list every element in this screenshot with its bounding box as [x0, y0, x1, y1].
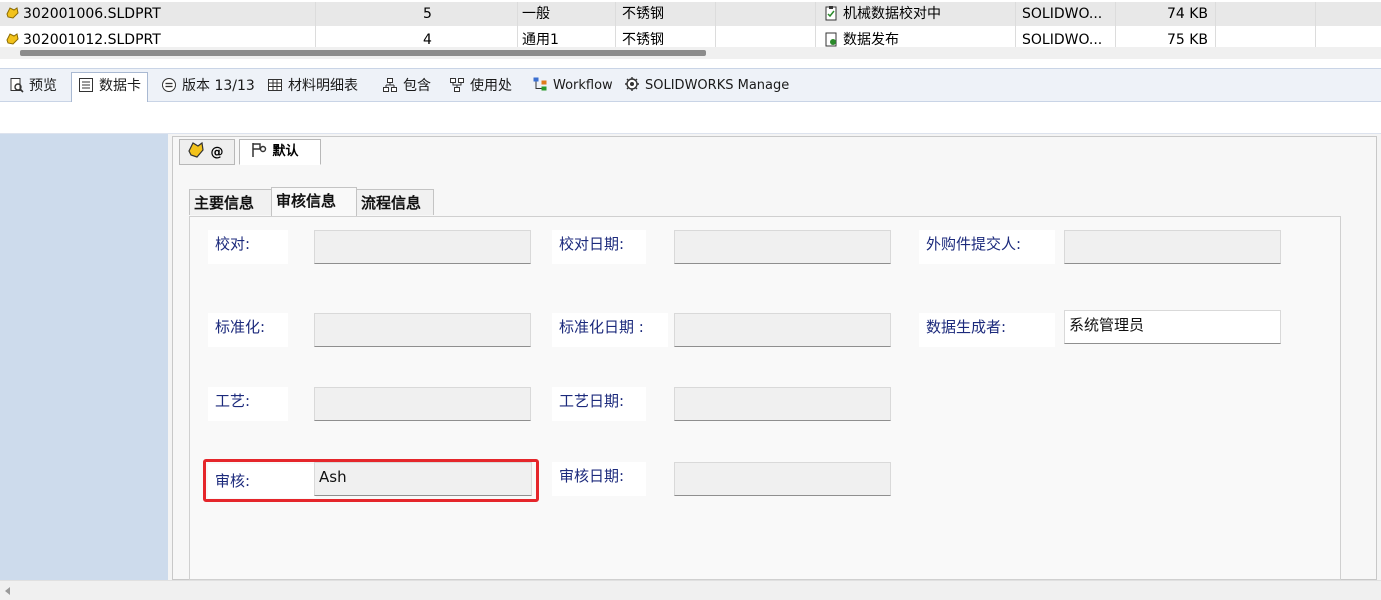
manage-icon	[625, 77, 639, 91]
workflow-icon	[533, 77, 547, 91]
file-revision: 4	[423, 32, 432, 47]
tab-bom[interactable]: 材料明细表	[261, 73, 364, 99]
tab-datacard[interactable]: 数据卡	[71, 72, 148, 103]
standardize-label: 标准化:	[208, 313, 288, 347]
table-row[interactable]: 302001012.SLDPRT 4 通用1 不锈钢 数据发布 SOLIDWO.…	[0, 27, 1381, 47]
proofread-field[interactable]	[314, 230, 531, 264]
file-category: 通用1	[522, 32, 559, 47]
process-label: 工艺:	[208, 387, 288, 421]
tab-solidworks-manage[interactable]: SOLIDWORKS Manage	[618, 73, 795, 99]
table-row[interactable]: 302001006.SLDPRT 5 一般 不锈钢 机械数据校对中 SOLIDW…	[0, 2, 1381, 28]
review-field-highlight	[203, 459, 539, 502]
file-app: SOLIDWO...	[1022, 32, 1103, 47]
tab-review-info[interactable]: 审核信息	[271, 187, 357, 216]
review-date-label: 审核日期:	[552, 462, 646, 496]
tab-where-used[interactable]: 使用处	[443, 73, 518, 99]
datacard-panel: @ 默认 主要信息 审核信息 流程信息 校对: 校对日期: 外购件提交人: 标准…	[168, 134, 1381, 580]
file-name: 302001006.SLDPRT	[23, 6, 161, 22]
file-state: 机械数据校对中	[843, 6, 941, 22]
left-pane	[0, 134, 168, 580]
bom-icon	[268, 79, 282, 91]
horizontal-scrollbar[interactable]	[0, 47, 1381, 59]
process-date-field[interactable]	[674, 387, 891, 421]
datacard-icon	[79, 78, 93, 92]
part-file-icon	[6, 7, 19, 19]
view-tab-bar: 预览 数据卡 版本 13/13 材料明细表 包含 使用处 Workflow SO…	[0, 68, 1381, 103]
proofread-date-label: 校对日期:	[552, 230, 646, 264]
bottom-scrollbar[interactable]	[0, 580, 1381, 600]
configuration-icon	[252, 143, 267, 157]
file-list: 302001006.SLDPRT 5 一般 不锈钢 机械数据校对中 SOLIDW…	[0, 0, 1381, 68]
standardize-date-label: 标准化日期 :	[552, 313, 668, 347]
proofread-label: 校对:	[208, 230, 288, 264]
workflow-state-icon	[825, 32, 837, 47]
datacard-frame: @ 默认 主要信息 审核信息 流程信息 校对: 校对日期: 外购件提交人: 标准…	[172, 136, 1377, 580]
file-app: SOLIDWO...	[1022, 6, 1103, 22]
datacard-toolbar	[0, 102, 1381, 134]
data-creator-field[interactable]: 系统管理员	[1064, 310, 1281, 344]
file-size: 75 KB	[1166, 32, 1208, 47]
tab-config-default[interactable]: 默认	[239, 139, 321, 165]
process-date-label: 工艺日期:	[552, 387, 646, 421]
preview-icon	[10, 78, 24, 93]
file-revision: 5	[423, 6, 432, 22]
where-used-icon	[450, 78, 464, 92]
file-size: 74 KB	[1166, 6, 1208, 22]
part-icon	[188, 141, 204, 158]
version-icon	[162, 78, 176, 92]
review-info-panel: 校对: 校对日期: 外购件提交人: 标准化: 标准化日期 : 数据生成者: 系统…	[189, 216, 1341, 580]
file-state: 数据发布	[843, 32, 899, 47]
tab-contains[interactable]: 包含	[376, 73, 437, 99]
tab-process-info[interactable]: 流程信息	[356, 189, 434, 215]
file-material: 不锈钢	[622, 32, 664, 47]
tab-main-info[interactable]: 主要信息	[189, 189, 272, 215]
review-date-field[interactable]	[674, 462, 891, 496]
file-name: 302001012.SLDPRT	[23, 32, 161, 47]
part-file-icon	[6, 33, 19, 45]
data-creator-label: 数据生成者:	[919, 313, 1055, 347]
proofread-date-field[interactable]	[674, 230, 891, 264]
file-material: 不锈钢	[622, 6, 664, 22]
tab-config-at[interactable]: @	[179, 139, 235, 165]
standardize-field[interactable]	[314, 313, 531, 347]
tab-version[interactable]: 版本 13/13	[155, 73, 261, 99]
scroll-left-arrow-icon[interactable]	[5, 587, 10, 595]
workflow-state-icon	[825, 6, 837, 21]
standardize-date-field[interactable]	[674, 313, 891, 347]
tab-preview[interactable]: 预览	[2, 73, 63, 99]
purchase-submitter-label: 外购件提交人:	[919, 230, 1055, 264]
purchase-submitter-field[interactable]	[1064, 230, 1281, 264]
scrollbar-thumb[interactable]	[20, 50, 706, 56]
tab-workflow[interactable]: Workflow	[526, 73, 619, 99]
file-category: 一般	[522, 6, 550, 22]
process-field[interactable]	[314, 387, 531, 421]
contains-icon	[383, 78, 397, 92]
